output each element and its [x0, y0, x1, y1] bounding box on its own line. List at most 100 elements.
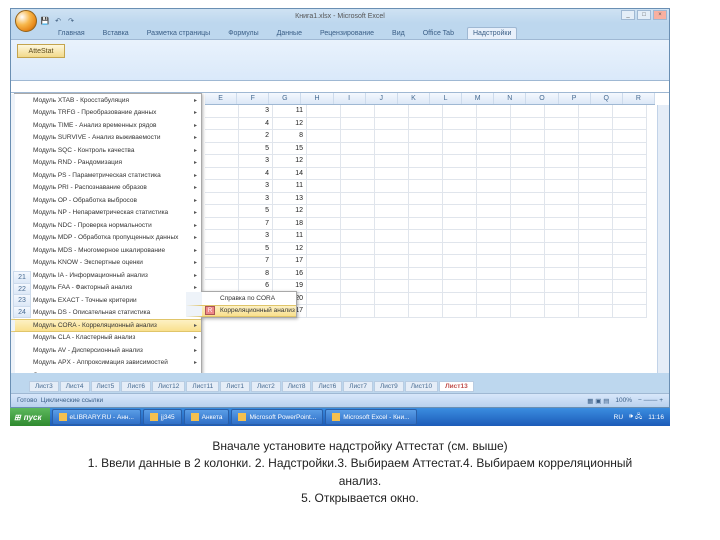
col-header[interactable]: J — [366, 93, 398, 104]
sheet-tab-active[interactable]: Лист13 — [439, 381, 474, 392]
menu-item[interactable]: Модуль KNOW - Экспертные оценки▸ — [11, 257, 201, 270]
minimize-button[interactable]: _ — [621, 10, 635, 20]
col-header[interactable]: E — [205, 93, 237, 104]
clock: 11:16 — [648, 414, 664, 421]
qat-undo-icon[interactable]: ↶ — [53, 16, 63, 26]
menu-item[interactable]: Модуль PRI - Распознавание образов▸ — [11, 182, 201, 195]
menu-item[interactable]: Модуль XTAB - Кросстабуляция▸ — [11, 94, 201, 107]
maximize-button[interactable]: □ — [637, 10, 651, 20]
sheet-tab[interactable]: Лист6 — [121, 381, 151, 392]
sheet-tab[interactable]: Лист8 — [282, 381, 312, 392]
powerpoint-icon — [238, 413, 246, 421]
view-buttons-icon[interactable]: ▦ ▣ ▤ — [587, 397, 609, 405]
system-tray[interactable]: RU 🕪 🖧 11:16 — [608, 412, 670, 423]
col-header[interactable]: R — [623, 93, 655, 104]
menu-item-cora[interactable]: Модуль CORA - Корреляционный анализ▸ — [11, 319, 201, 332]
sheet-tab[interactable]: Лист1 — [220, 381, 250, 392]
sheet-tab[interactable]: Лист7 — [343, 381, 373, 392]
col-header[interactable]: G — [269, 93, 301, 104]
sheet-tab[interactable]: Лист12 — [152, 381, 185, 392]
menu-item[interactable]: Модуль NDC - Проверка нормальности▸ — [11, 219, 201, 232]
menu-item[interactable]: Модуль APX - Аппроксимация зависимостей▸ — [11, 357, 201, 370]
menu-item[interactable]: Модуль TRFG - Преобразование данных▸ — [11, 107, 201, 120]
menu-item[interactable]: Модуль PS - Параметрическая статистика▸ — [11, 169, 201, 182]
menu-item-about[interactable]: О программе — [11, 369, 201, 373]
sheet-tab[interactable]: Лист6 — [312, 381, 342, 392]
language-indicator[interactable]: RU — [614, 414, 623, 421]
tab-officetab[interactable]: Office Tab — [418, 28, 459, 39]
col-header[interactable]: F — [237, 93, 269, 104]
chevron-right-icon: ▸ — [194, 147, 197, 154]
chevron-right-icon: ▸ — [194, 234, 197, 241]
submenu-help[interactable]: Справка по CORA — [186, 292, 296, 305]
col-header[interactable]: H — [301, 93, 333, 104]
sheet-tab[interactable]: Лист11 — [186, 381, 219, 392]
qat-redo-icon[interactable]: ↷ — [66, 16, 76, 26]
tab-formulas[interactable]: Формулы — [223, 28, 263, 39]
task-item[interactable]: Анкета — [184, 409, 230, 425]
office-orb[interactable] — [15, 10, 37, 32]
status-circular: Циклические ссылки — [41, 397, 103, 404]
col-header[interactable]: M — [462, 93, 494, 104]
task-item[interactable]: Microsoft PowerPoint... — [231, 409, 323, 425]
col-header[interactable]: L — [430, 93, 462, 104]
formula-bar[interactable] — [11, 81, 669, 93]
menu-item[interactable]: Модуль SURVIVE - Анализ выживаемости▸ — [11, 132, 201, 145]
attestat-button[interactable]: AtteStat — [17, 44, 65, 58]
menu-item[interactable]: Модуль IA - Информационный анализ▸ — [11, 269, 201, 282]
col-header[interactable]: N — [494, 93, 526, 104]
column-headers: E F G H I J K L M N O P Q R — [205, 93, 655, 105]
menu-item[interactable]: Модуль MDS - Многомерное шкалирование▸ — [11, 244, 201, 257]
col-header[interactable]: I — [334, 93, 366, 104]
menu-item[interactable]: Модуль TIME - Анализ временных рядов▸ — [11, 119, 201, 132]
task-item[interactable]: Microsoft Excel - Кни... — [325, 409, 416, 425]
close-button[interactable]: × — [653, 10, 667, 20]
sheet-tab[interactable]: Лист3 — [29, 381, 59, 392]
menu-item[interactable]: Модуль MDP - Обработка пропущенных данны… — [11, 232, 201, 245]
tab-insert[interactable]: Вставка — [98, 28, 134, 39]
menu-item[interactable]: Модуль OP - Обработка выбросов▸ — [11, 194, 201, 207]
menu-item[interactable]: Модуль EXACT - Точные критерии▸ — [11, 294, 201, 307]
zoom-level[interactable]: 100% — [615, 397, 632, 404]
col-header[interactable]: P — [559, 93, 591, 104]
chevron-right-icon: ▸ — [194, 347, 197, 354]
menu-item[interactable]: Модуль DS - Описательная статистика▸ — [11, 307, 201, 320]
sheet-tab[interactable]: Лист10 — [405, 381, 438, 392]
sheet-tab[interactable]: Лист2 — [251, 381, 281, 392]
sheet-tab[interactable]: Лист9 — [374, 381, 404, 392]
col-header[interactable]: Q — [591, 93, 623, 104]
task-item[interactable]: eLIBRARY.RU - Анн... — [52, 409, 141, 425]
tab-review[interactable]: Рецензирование — [315, 28, 379, 39]
tab-layout[interactable]: Разметка страницы — [142, 28, 216, 39]
ie-icon — [59, 413, 67, 421]
task-item[interactable]: jj345 — [143, 409, 182, 425]
col-header[interactable]: K — [398, 93, 430, 104]
menu-item[interactable]: Модуль AV - Дисперсионный анализ▸ — [11, 344, 201, 357]
menu-item[interactable]: Модуль SQC - Контроль качества▸ — [11, 144, 201, 157]
tab-addins[interactable]: Надстройки — [467, 27, 517, 39]
tab-data[interactable]: Данные — [272, 28, 307, 39]
slide-caption: Вначале установите надстройку Аттестат (… — [10, 438, 710, 508]
chevron-right-icon: ▸ — [194, 334, 197, 341]
submenu-correlation[interactable]: RКорреляционный анализ — [186, 305, 296, 318]
tab-view[interactable]: Вид — [387, 28, 410, 39]
zoom-slider[interactable]: − ─── + — [638, 397, 663, 404]
sheet-tab[interactable]: Лист4 — [60, 381, 90, 392]
menu-item[interactable]: Модуль NP - Непараметрическая статистика… — [11, 207, 201, 220]
menu-item[interactable]: Модуль RND - Рандомизация▸ — [11, 157, 201, 170]
chevron-right-icon: ▸ — [194, 247, 197, 254]
chevron-right-icon: ▸ — [194, 109, 197, 116]
worksheet-grid[interactable]: E F G H I J K L M N O P Q R 342534335735… — [11, 93, 669, 373]
sheet-tabs: Лист3 Лист4 Лист5 Лист6 Лист12 Лист11 Ли… — [29, 379, 474, 393]
row-header[interactable]: 24 — [13, 306, 31, 319]
vertical-scrollbar[interactable] — [657, 105, 669, 373]
start-button[interactable]: ⊞пуск — [10, 408, 50, 426]
windows-logo-icon: ⊞ — [14, 413, 21, 422]
menu-item[interactable]: Модуль CLA - Кластерный анализ▸ — [11, 332, 201, 345]
col-header[interactable]: O — [526, 93, 558, 104]
qat-save-icon[interactable]: 💾 — [40, 16, 50, 26]
row-headers: 21 22 23 24 — [13, 271, 31, 317]
menu-item[interactable]: Модуль FAA - Факторный анализ▸ — [11, 282, 201, 295]
sheet-tab[interactable]: Лист5 — [91, 381, 121, 392]
tray-icons-icon[interactable]: 🕪 🖧 — [629, 412, 642, 423]
